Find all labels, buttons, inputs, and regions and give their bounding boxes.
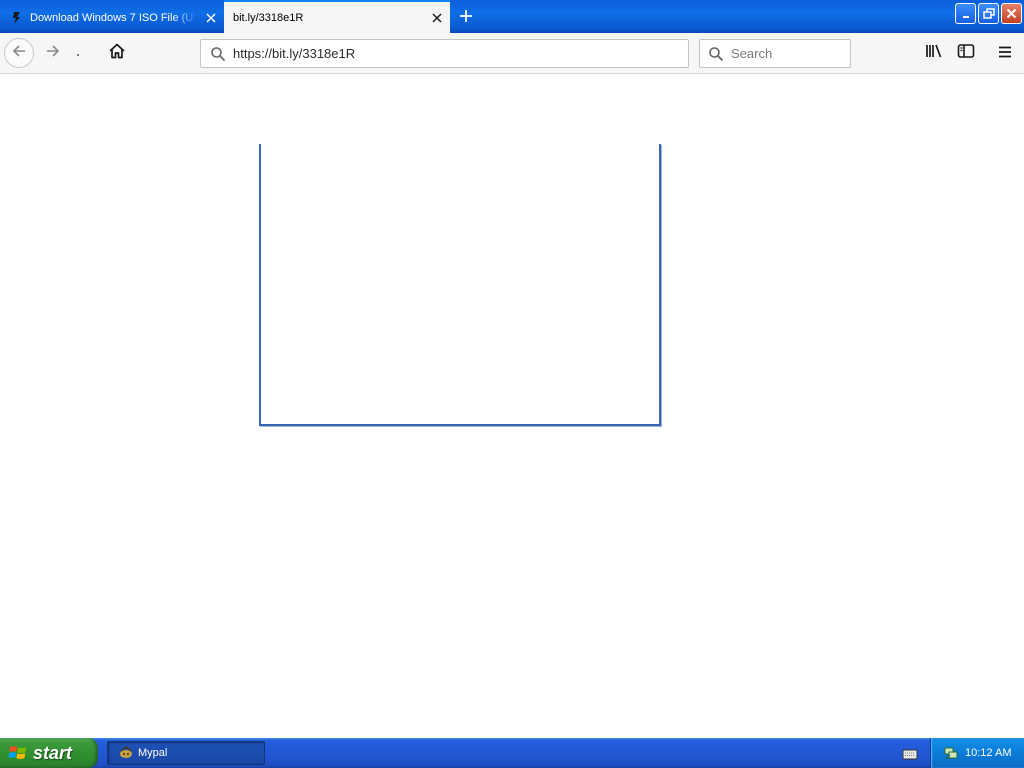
taskbar: start Mypal 10:12 AM <box>0 738 1024 768</box>
plus-icon <box>459 8 473 27</box>
sidebar-button[interactable] <box>951 38 981 68</box>
tab-title: bit.ly/3318e1R <box>233 11 304 24</box>
system-tray: 10:12 AM <box>930 738 1024 768</box>
arrow-right-icon <box>45 43 61 63</box>
url-text: https://bit.ly/3318e1R <box>233 46 356 61</box>
bolt-favicon-icon <box>9 10 25 26</box>
tab-strip: Download Windows 7 ISO File (U bit.ly/33… <box>0 0 1024 33</box>
menu-button[interactable] <box>990 38 1020 68</box>
close-icon[interactable] <box>198 5 224 31</box>
clock: 10:12 AM <box>965 747 1012 759</box>
arrow-left-icon <box>11 43 27 63</box>
forward-button[interactable] <box>38 38 68 68</box>
search-icon <box>701 46 731 62</box>
minimize-button[interactable] <box>955 3 976 24</box>
taskbar-item-mypal[interactable]: Mypal <box>107 741 265 765</box>
home-icon <box>108 42 126 64</box>
windows-logo-icon <box>8 743 28 763</box>
sidebar-icon <box>957 43 975 63</box>
library-button[interactable] <box>919 38 949 68</box>
reload-button[interactable] <box>66 38 90 68</box>
search-icon <box>203 46 233 62</box>
hamburger-menu-icon <box>998 44 1012 63</box>
taskbar-item-label: Mypal <box>138 747 168 759</box>
window-close-button[interactable] <box>1001 3 1022 24</box>
close-icon[interactable] <box>424 5 450 31</box>
embedded-frame <box>259 144 661 426</box>
back-button[interactable] <box>4 38 34 68</box>
start-button[interactable]: start <box>0 738 98 768</box>
start-label: start <box>33 742 73 763</box>
network-icon[interactable] <box>943 745 959 761</box>
home-button[interactable] <box>102 38 132 68</box>
library-icon <box>925 43 943 63</box>
navigation-toolbar: https://bit.ly/3318e1R <box>0 33 1024 74</box>
tab-download-windows[interactable]: Download Windows 7 ISO File (U <box>0 2 224 33</box>
restore-button[interactable] <box>978 3 999 24</box>
keyboard-icon[interactable] <box>902 746 918 760</box>
search-input[interactable] <box>731 46 841 61</box>
new-tab-button[interactable] <box>452 3 480 31</box>
tab-bitly[interactable]: bit.ly/3318e1R <box>224 0 450 33</box>
reload-icon <box>75 44 81 63</box>
page-content <box>0 74 1024 738</box>
search-bar[interactable] <box>699 39 851 68</box>
mypal-icon <box>118 745 134 761</box>
tab-title: Download Windows 7 ISO File (U <box>30 11 194 24</box>
url-bar[interactable]: https://bit.ly/3318e1R <box>200 39 689 68</box>
